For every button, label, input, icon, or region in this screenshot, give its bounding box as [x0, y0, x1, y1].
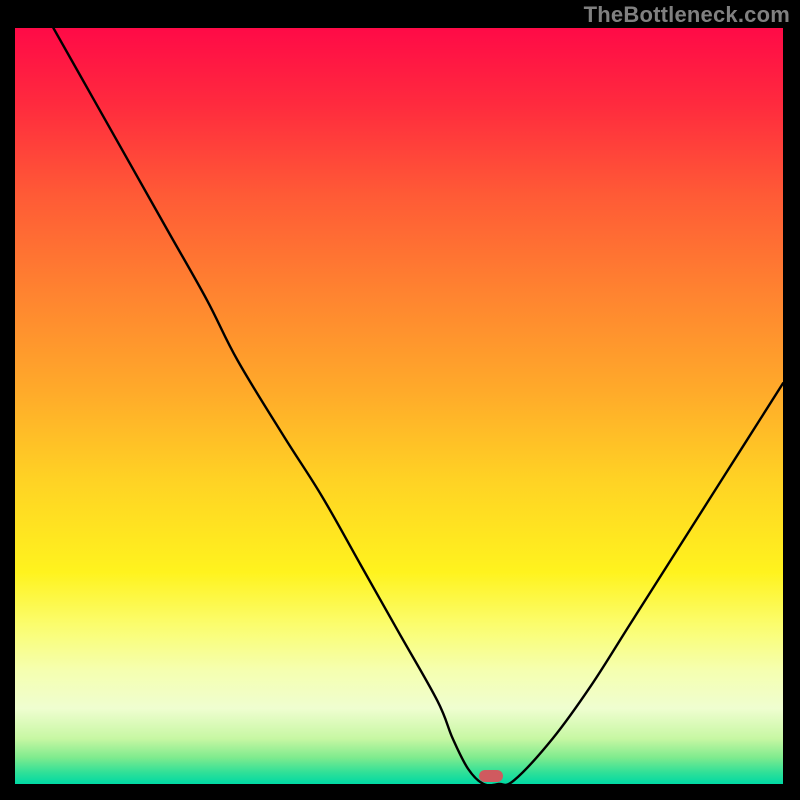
bottleneck-curve-path [53, 28, 783, 784]
plot-area [15, 28, 783, 784]
bottleneck-curve-svg [15, 28, 783, 784]
optimal-marker [479, 770, 504, 782]
chart-frame: TheBottleneck.com [0, 0, 800, 800]
watermark-text: TheBottleneck.com [584, 2, 790, 28]
